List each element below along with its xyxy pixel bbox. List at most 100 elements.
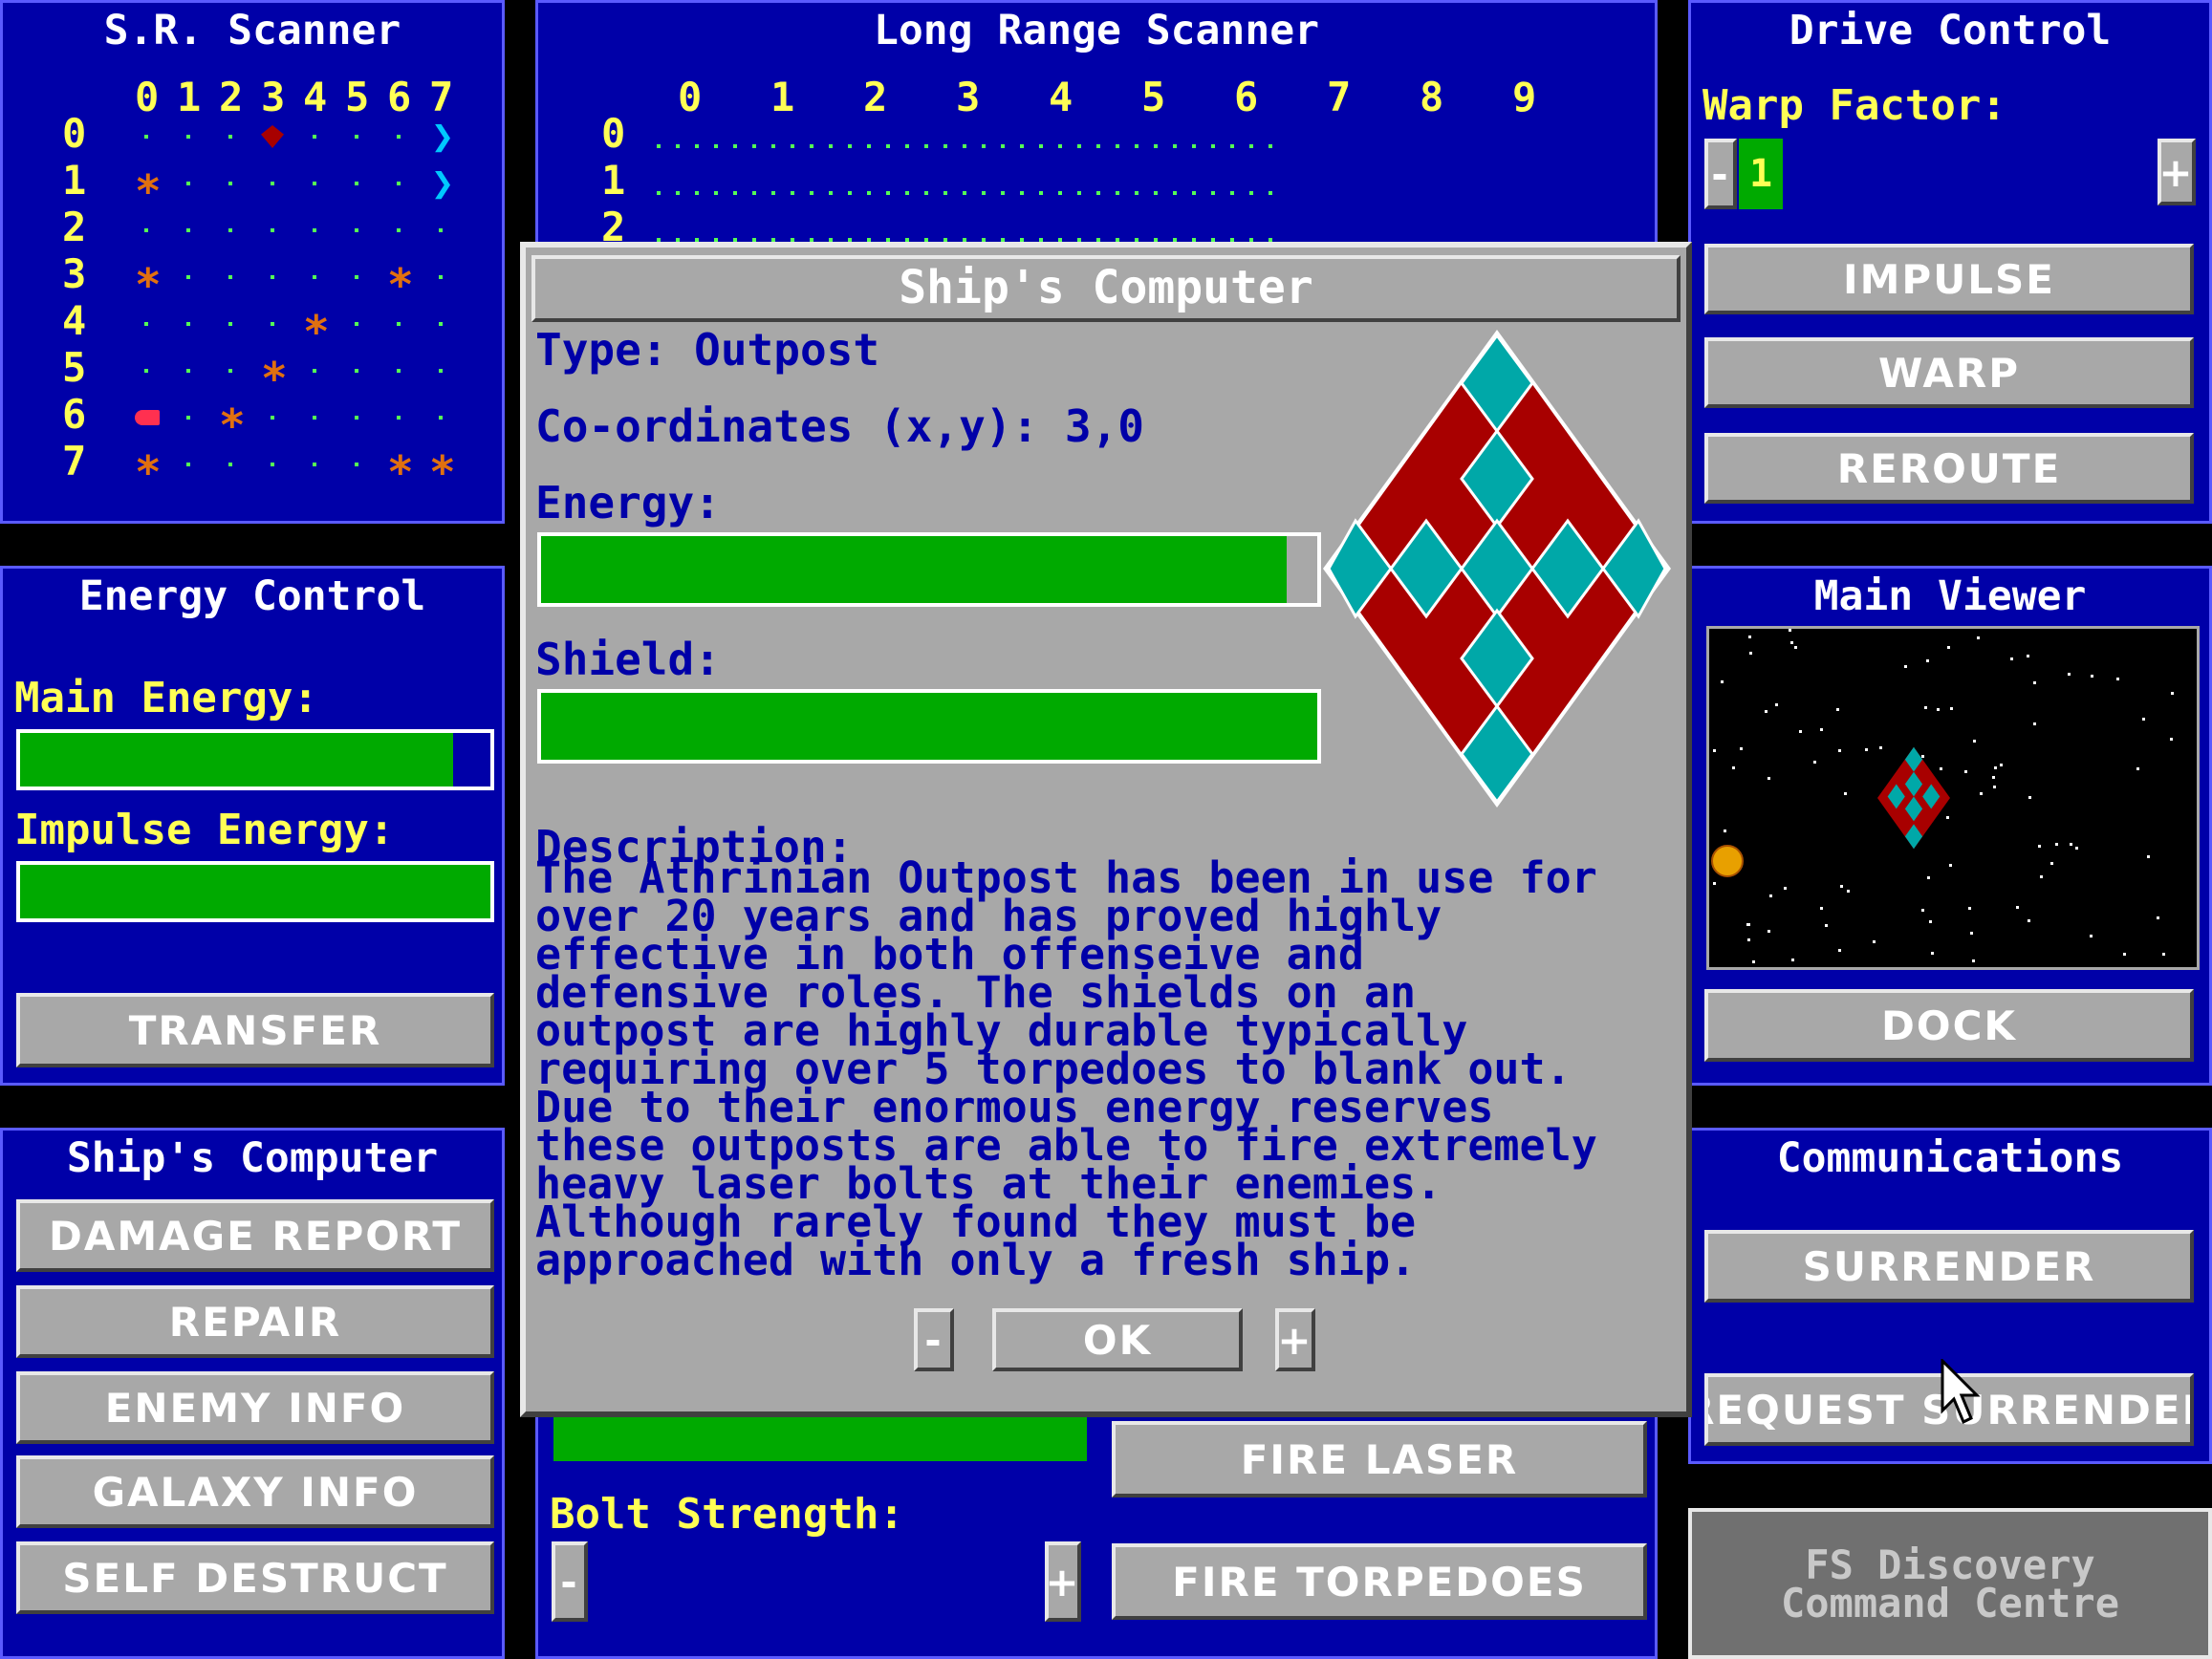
lr-sector-dot[interactable] (886, 144, 890, 148)
star-icon[interactable]: * (429, 450, 456, 494)
empty-sector-dot[interactable] (313, 228, 316, 232)
lr-sector-dot[interactable] (752, 191, 756, 195)
sr-scanner-grid[interactable]: 0 1 2 3 4 5 6 7 0 1 2 3 4 5 6 7 ❯ * ❯ * * * * * * * * (3, 3, 502, 521)
lr-sector-dot[interactable] (676, 144, 680, 148)
bolt-decrease-button[interactable]: - (552, 1541, 588, 1622)
galaxy-info-button[interactable]: GALAXY INFO (16, 1455, 494, 1528)
empty-sector-dot[interactable] (397, 416, 401, 420)
star-icon[interactable]: * (303, 310, 330, 354)
lr-sector-dot[interactable] (771, 191, 775, 195)
lr-sector-dot[interactable] (1211, 144, 1215, 148)
transfer-button[interactable]: TRANSFER (16, 993, 494, 1067)
empty-sector-dot[interactable] (228, 275, 232, 279)
lr-sector-dot[interactable] (714, 191, 718, 195)
lr-sector-dot[interactable] (1192, 191, 1196, 195)
lr-sector-dot[interactable] (771, 144, 775, 148)
lr-sector-dot[interactable] (1020, 191, 1024, 195)
warp-button[interactable]: WARP (1704, 337, 2194, 408)
lr-sector-dot[interactable] (1001, 144, 1005, 148)
empty-sector-dot[interactable] (228, 182, 232, 185)
empty-sector-dot[interactable] (144, 322, 148, 326)
lr-sector-dot[interactable] (1249, 144, 1253, 148)
empty-sector-dot[interactable] (397, 182, 401, 185)
empty-sector-dot[interactable] (228, 135, 232, 139)
star-icon[interactable]: * (387, 450, 414, 494)
lr-sector-dot[interactable] (924, 191, 928, 195)
lr-sector-dot[interactable] (1192, 144, 1196, 148)
lr-sector-dot[interactable] (1135, 191, 1139, 195)
lr-sector-dot[interactable] (1173, 144, 1177, 148)
next-button[interactable]: + (1275, 1308, 1315, 1371)
lr-sector-dot[interactable] (867, 144, 871, 148)
empty-sector-dot[interactable] (439, 228, 443, 232)
empty-sector-dot[interactable] (397, 322, 401, 326)
lr-scanner-grid[interactable]: 0123456789012 (538, 3, 1655, 250)
star-icon[interactable]: * (135, 169, 162, 213)
lr-sector-dot[interactable] (752, 144, 756, 148)
star-icon[interactable]: * (387, 263, 414, 307)
empty-sector-dot[interactable] (313, 369, 316, 373)
lr-sector-dot[interactable] (886, 191, 890, 195)
lr-sector-dot[interactable] (733, 191, 737, 195)
lr-sector-dot[interactable] (1096, 191, 1100, 195)
warp-decrease-button[interactable]: - (1704, 139, 1737, 209)
empty-sector-dot[interactable] (186, 228, 190, 232)
starbase-marker-icon[interactable]: ❯ (431, 164, 454, 203)
lr-sector-dot[interactable] (963, 144, 966, 148)
dock-button[interactable]: DOCK (1704, 989, 2194, 1062)
lr-sector-dot[interactable] (963, 191, 966, 195)
starbase-marker-icon[interactable]: ❯ (431, 118, 454, 156)
empty-sector-dot[interactable] (186, 416, 190, 420)
lr-sector-dot[interactable] (1001, 191, 1005, 195)
empty-sector-dot[interactable] (355, 135, 358, 139)
lr-sector-dot[interactable] (943, 191, 947, 195)
empty-sector-dot[interactable] (186, 275, 190, 279)
empty-sector-dot[interactable] (355, 322, 358, 326)
lr-sector-dot[interactable] (829, 191, 833, 195)
lr-sector-dot[interactable] (1269, 191, 1272, 195)
lr-sector-dot[interactable] (982, 191, 986, 195)
lr-sector-dot[interactable] (657, 191, 661, 195)
self-destruct-button[interactable]: SELF DESTRUCT (16, 1541, 494, 1614)
lr-sector-dot[interactable] (1269, 144, 1272, 148)
lr-sector-dot[interactable] (1020, 144, 1024, 148)
fire-torpedoes-button[interactable]: FIRE TORPEDOES (1112, 1543, 1647, 1620)
empty-sector-dot[interactable] (439, 416, 443, 420)
surrender-button[interactable]: SURRENDER (1704, 1230, 2194, 1303)
empty-sector-dot[interactable] (355, 228, 358, 232)
empty-sector-dot[interactable] (144, 135, 148, 139)
enemy-info-button[interactable]: ENEMY INFO (16, 1371, 494, 1444)
empty-sector-dot[interactable] (397, 135, 401, 139)
empty-sector-dot[interactable] (439, 369, 443, 373)
empty-sector-dot[interactable] (355, 275, 358, 279)
lr-sector-dot[interactable] (810, 144, 813, 148)
empty-sector-dot[interactable] (228, 463, 232, 466)
empty-sector-dot[interactable] (271, 416, 274, 420)
empty-sector-dot[interactable] (397, 369, 401, 373)
lr-sector-dot[interactable] (1173, 191, 1177, 195)
bolt-increase-button[interactable]: + (1045, 1541, 1081, 1622)
damage-report-button[interactable]: DAMAGE REPORT (16, 1199, 494, 1272)
lr-sector-dot[interactable] (829, 144, 833, 148)
empty-sector-dot[interactable] (439, 275, 443, 279)
empty-sector-dot[interactable] (271, 228, 274, 232)
empty-sector-dot[interactable] (355, 369, 358, 373)
lr-sector-dot[interactable] (943, 144, 947, 148)
lr-sector-dot[interactable] (1211, 191, 1215, 195)
lr-sector-dot[interactable] (1154, 191, 1158, 195)
lr-sector-dot[interactable] (905, 144, 909, 148)
warp-increase-button[interactable]: + (2158, 139, 2196, 205)
lr-sector-dot[interactable] (924, 144, 928, 148)
lr-sector-dot[interactable] (1230, 191, 1234, 195)
player-ship-icon[interactable] (135, 410, 160, 425)
lr-sector-dot[interactable] (695, 144, 699, 148)
star-icon[interactable]: * (135, 263, 162, 307)
lr-sector-dot[interactable] (848, 191, 852, 195)
lr-sector-dot[interactable] (905, 191, 909, 195)
lr-sector-dot[interactable] (1039, 144, 1043, 148)
empty-sector-dot[interactable] (313, 182, 316, 185)
lr-sector-dot[interactable] (1116, 144, 1119, 148)
empty-sector-dot[interactable] (186, 135, 190, 139)
lr-sector-dot[interactable] (1135, 144, 1139, 148)
lr-sector-dot[interactable] (1154, 144, 1158, 148)
